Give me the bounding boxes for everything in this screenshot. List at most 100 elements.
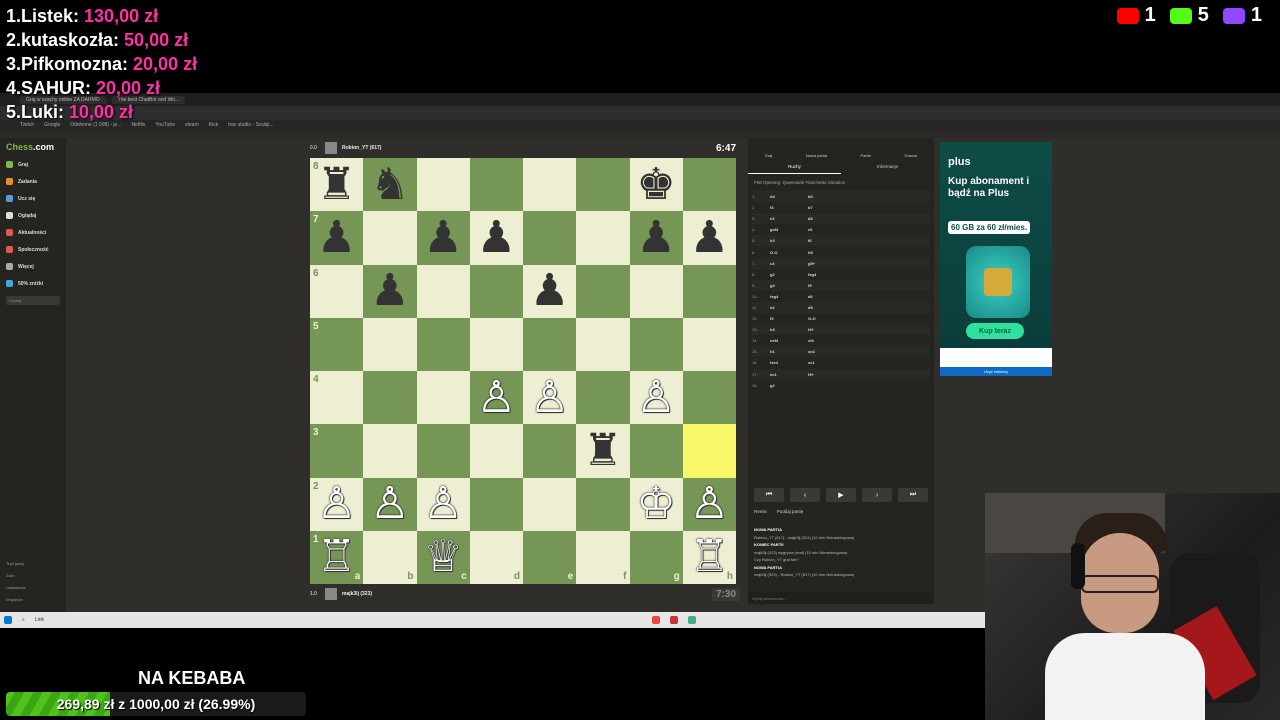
panel-subtab[interactable]: Ruchy <box>748 162 841 174</box>
square-c6[interactable] <box>416 264 470 318</box>
black-move[interactable]: b7 <box>808 205 908 210</box>
white-move[interactable]: c3 <box>770 261 808 266</box>
square-a5[interactable]: 5 <box>310 317 364 371</box>
taskbar-search-label[interactable]: Link <box>35 617 44 623</box>
white-move[interactable]: h3 <box>770 238 808 243</box>
piece-g7[interactable]: ♟ <box>636 215 675 260</box>
square-a2[interactable]: 2 ♙ <box>310 477 364 531</box>
piece-e4[interactable]: ♙ <box>530 375 569 420</box>
black-move[interactable]: xc1 <box>808 360 908 365</box>
square-f2[interactable] <box>576 477 630 531</box>
square-b6[interactable]: ♟ <box>363 264 417 318</box>
square-d5[interactable] <box>469 317 523 371</box>
piece-h2[interactable]: ♙ <box>690 482 729 526</box>
black-move[interactable]: f4+ <box>808 327 908 332</box>
piece-b2[interactable]: ♙ <box>370 482 409 526</box>
white-move[interactable]: gxf3 <box>770 227 808 232</box>
white-move[interactable]: g2 <box>770 383 808 388</box>
piece-f3[interactable]: ♜ <box>583 428 622 473</box>
white-move[interactable]: fxg4 <box>770 294 808 299</box>
panel-subtab[interactable]: Informacje <box>841 162 934 174</box>
square-b4[interactable] <box>363 371 417 425</box>
black-move[interactable]: b6 <box>808 194 908 199</box>
square-c1[interactable]: c ♕ <box>416 530 470 584</box>
black-move[interactable]: g5+ <box>808 261 908 266</box>
piece-a1[interactable]: ♖ <box>317 535 356 579</box>
opera-icon[interactable] <box>670 616 678 624</box>
square-f5[interactable] <box>576 317 630 371</box>
panel-tab[interactable]: Nowa partia <box>806 153 827 158</box>
square-h7[interactable]: ♟ <box>682 211 736 265</box>
black-move[interactable]: f3+ <box>808 372 908 377</box>
bookmark-item[interactable]: trac studio - Soubji... <box>228 122 274 128</box>
square-e5[interactable] <box>523 317 577 371</box>
first-move-button[interactable]: ⏮ <box>754 488 784 502</box>
piece-b6[interactable]: ♟ <box>370 269 409 313</box>
windows-start-icon[interactable] <box>4 616 12 624</box>
chat-input[interactable]: Wyślij wiadomość... <box>748 592 934 604</box>
square-b1[interactable]: b <box>363 530 417 584</box>
black-move[interactable]: d3 <box>808 216 908 221</box>
square-c8[interactable] <box>416 158 470 212</box>
square-h5[interactable] <box>682 317 736 371</box>
white-move[interactable]: O-O <box>770 250 808 255</box>
square-d1[interactable]: d <box>469 530 523 584</box>
chrome-icon[interactable] <box>688 616 696 624</box>
ad-footer[interactable]: Użyć reklamy <box>940 367 1052 376</box>
square-g8[interactable]: ♚ <box>629 158 683 212</box>
black-move[interactable]: d5 <box>808 305 908 310</box>
white-move[interactable]: f3 <box>770 316 808 321</box>
sidebar-bottom-link[interactable]: Zwiń <box>6 570 26 582</box>
square-g3[interactable] <box>629 424 683 478</box>
sidebar-item-50-zniżki[interactable]: 50% zniżki <box>0 275 66 292</box>
white-move[interactable]: g2 <box>770 272 808 277</box>
white-move[interactable]: f3 <box>770 205 808 210</box>
taskbar-search-icon[interactable]: ⌕ <box>22 617 25 623</box>
square-a4[interactable]: 4 <box>310 371 364 425</box>
ad-buy-button[interactable]: Kup teraz <box>966 323 1024 339</box>
white-move[interactable]: exf4 <box>770 338 808 343</box>
square-c5[interactable] <box>416 317 470 371</box>
square-d4[interactable]: ♙ <box>469 371 523 425</box>
piece-a2[interactable]: ♙ <box>317 482 356 526</box>
piece-a7[interactable]: ♟ <box>317 215 356 260</box>
square-d2[interactable] <box>469 477 523 531</box>
square-h6[interactable] <box>682 264 736 318</box>
sidebar-bottom-link[interactable]: Ustawienia <box>6 582 26 594</box>
chess-board[interactable]: 8 ♜ ♞ ♚ 7 ♟ ♟ ♟ ♟ ♟ 6 ♟ ♟ 5 4 ♙ ♙ ♙ 3 ♜ 2 ♙ ♙ ♙ ♔ ♙ 1 a ♖ b c ♕ d e f g h ♖ <box>310 158 736 584</box>
app-icon[interactable] <box>652 616 660 624</box>
piece-h1[interactable]: ♖ <box>690 535 729 579</box>
sidebar-item-ucz-się[interactable]: Ucz się <box>0 190 66 207</box>
piece-g2[interactable]: ♔ <box>636 482 675 526</box>
prev-move-button[interactable]: ‹ <box>790 488 820 502</box>
square-g1[interactable]: g <box>629 530 683 584</box>
black-move[interactable]: h5 <box>808 250 908 255</box>
square-a1[interactable]: 1 a ♖ <box>310 530 364 584</box>
sidebar-search-input[interactable]: Szukaj <box>6 296 60 305</box>
square-g6[interactable] <box>629 264 683 318</box>
square-c2[interactable]: ♙ <box>416 477 470 531</box>
play-button[interactable]: ▶ <box>826 488 856 502</box>
panel-tab[interactable]: Graj <box>765 153 773 158</box>
square-h4[interactable] <box>682 371 736 425</box>
piece-a8[interactable]: ♜ <box>317 162 356 207</box>
white-move[interactable]: h1 <box>770 349 808 354</box>
square-h3[interactable] <box>682 424 736 478</box>
square-e8[interactable] <box>523 158 577 212</box>
white-move[interactable]: xc1 <box>770 372 808 377</box>
black-move[interactable]: O-O <box>808 316 908 321</box>
sidebar-bottom-link[interactable]: Tryb jasny <box>6 558 26 570</box>
square-f8[interactable] <box>576 158 630 212</box>
square-e1[interactable]: e <box>523 530 577 584</box>
sidebar-item-społeczność[interactable]: Społeczność <box>0 241 66 258</box>
panel-tab[interactable]: Gracze <box>904 153 917 158</box>
square-h8[interactable] <box>682 158 736 212</box>
white-move[interactable]: e3 <box>770 216 808 221</box>
black-move[interactable]: xe4 <box>808 349 908 354</box>
last-move-button[interactable]: ⏭ <box>898 488 928 502</box>
sidebar-bottom-link[interactable]: Wsparcie <box>6 594 26 606</box>
square-h1[interactable]: h ♖ <box>682 530 736 584</box>
square-a3[interactable]: 3 <box>310 424 364 478</box>
square-f1[interactable]: f <box>576 530 630 584</box>
square-h2[interactable]: ♙ <box>682 477 736 531</box>
